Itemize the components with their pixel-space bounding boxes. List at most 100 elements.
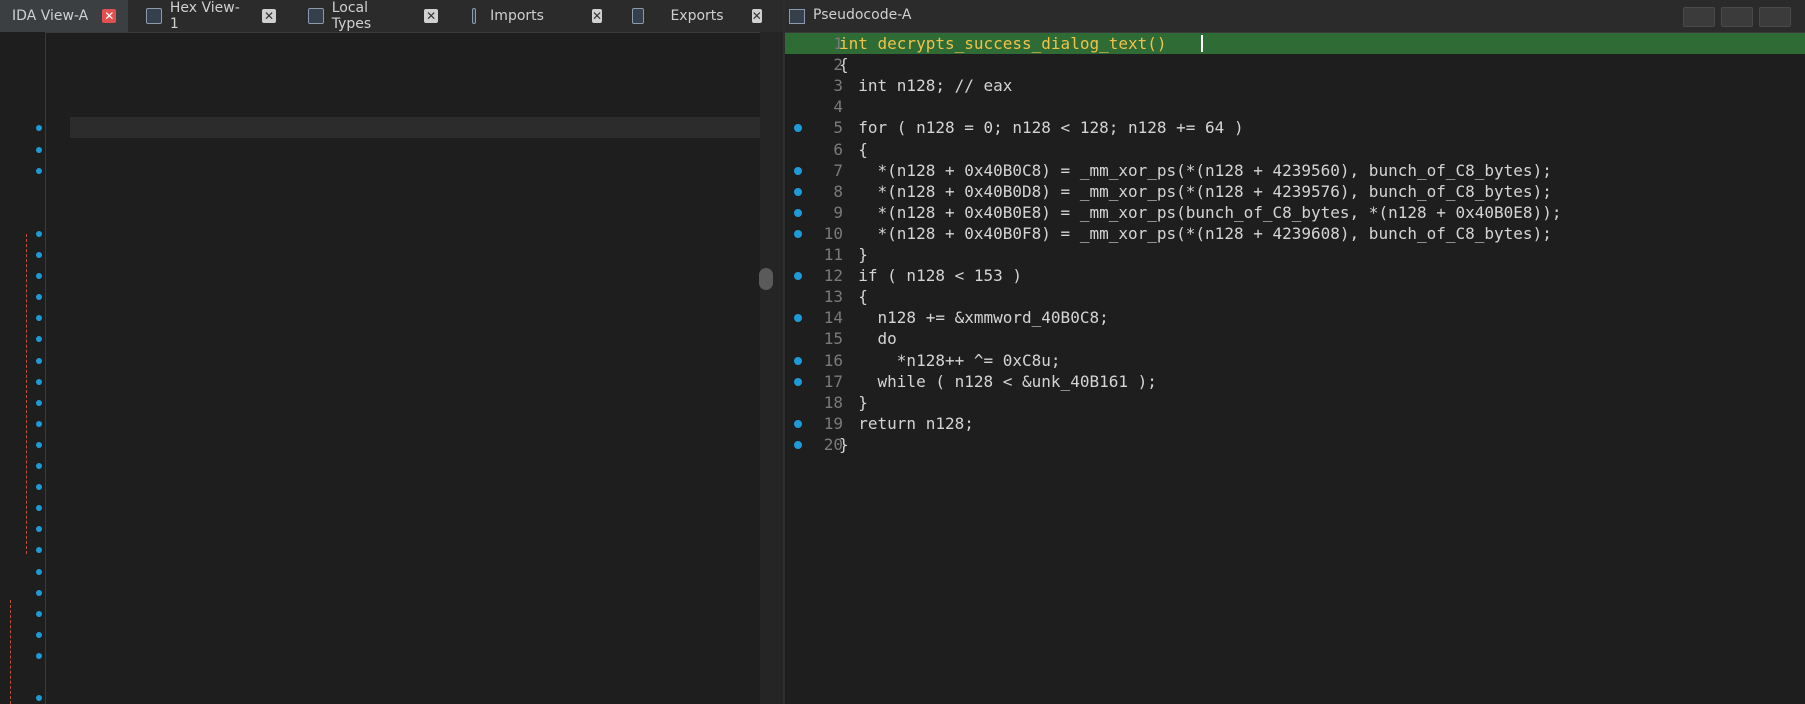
disassembly-listing[interactable]: [70, 32, 760, 704]
exports-icon: [632, 8, 645, 24]
hex-icon: [146, 8, 162, 24]
jump-arrow: [26, 234, 27, 554]
breakpoint-dot[interactable]: [36, 568, 42, 575]
code-text: *n128++ ^= 0xC8u;: [839, 350, 1061, 370]
pseudocode-line[interactable]: 14 n128 += &xmmword_40B0C8;: [785, 307, 1805, 328]
restore-button[interactable]: [1721, 7, 1753, 27]
listing-line[interactable]: [70, 33, 760, 54]
listing-line[interactable]: [70, 265, 760, 286]
code-text: {: [839, 55, 849, 75]
listing-line[interactable]: [70, 160, 760, 181]
struct-icon: [308, 8, 324, 24]
pseudocode-line[interactable]: 16 *n128++ ^= 0xC8u;: [785, 350, 1805, 371]
pseudocode-line[interactable]: 17 while ( n128 < &unk_40B161 );: [785, 371, 1805, 392]
code-text: {: [839, 139, 868, 159]
breakpoint-dot[interactable]: [36, 357, 42, 364]
pseudocode-line[interactable]: 7 *(n128 + 0x40B0C8) = _mm_xor_ps(*(n128…: [785, 160, 1805, 181]
listing-line[interactable]: [70, 603, 760, 624]
pseudocode-line[interactable]: 11 }: [785, 244, 1805, 265]
close-icon[interactable]: ✕: [591, 9, 602, 23]
scrollbar-thumb[interactable]: [759, 268, 773, 290]
listing-line[interactable]: [70, 413, 760, 434]
breakpoint-dot[interactable]: [36, 378, 42, 385]
listing-line[interactable]: [70, 286, 760, 307]
pseudocode-line[interactable]: 9 *(n128 + 0x40B0E8) = _mm_xor_ps(bunch_…: [785, 202, 1805, 223]
listing-line[interactable]: [70, 476, 760, 497]
listing-line[interactable]: [70, 371, 760, 392]
listing-line[interactable]: [70, 518, 760, 539]
listing-line[interactable]: [70, 96, 760, 117]
listing-line[interactable]: [70, 117, 760, 139]
listing-line[interactable]: [70, 687, 760, 704]
listing-line[interactable]: [70, 645, 760, 666]
pseudocode-line[interactable]: 12 if ( n128 < 153 ): [785, 265, 1805, 286]
listing-line[interactable]: [70, 181, 760, 202]
listing-line[interactable]: [70, 561, 760, 582]
listing-line[interactable]: [70, 54, 760, 75]
listing-line[interactable]: [70, 244, 760, 265]
code-text: *(n128 + 0x40B0E8) = _mm_xor_ps(bunch_of…: [839, 202, 1562, 222]
listing-line[interactable]: [70, 328, 760, 349]
breakpoint-dot[interactable]: [36, 399, 42, 406]
tab-imports[interactable]: Imports ✕: [472, 0, 602, 32]
listing-line[interactable]: [70, 666, 760, 687]
code-text: {: [839, 287, 868, 307]
pseudocode-line[interactable]: 3 int n128; // eax: [785, 75, 1805, 96]
breakpoint-dot[interactable]: [36, 167, 42, 174]
pseudocode-line[interactable]: 4: [785, 96, 1805, 117]
close-icon[interactable]: ✕: [751, 9, 762, 23]
pseudocode-line[interactable]: 10 *(n128 + 0x40B0F8) = _mm_xor_ps(*(n12…: [785, 223, 1805, 244]
close-icon[interactable]: ✕: [262, 9, 276, 23]
listing-line[interactable]: [70, 497, 760, 518]
pseudocode-line[interactable]: 5 for ( n128 = 0; n128 < 128; n128 += 64…: [785, 117, 1805, 138]
close-button[interactable]: [1759, 7, 1791, 27]
pseudocode-line[interactable]: 15 do: [785, 328, 1805, 349]
listing-line[interactable]: [70, 434, 760, 455]
breakpoint-dot[interactable]: [36, 146, 42, 153]
tab-local-types[interactable]: Local Types ✕: [308, 0, 438, 32]
breakpoint-dot[interactable]: [36, 230, 42, 237]
text-cursor: [1201, 35, 1203, 52]
pseudocode-line[interactable]: 13 {: [785, 286, 1805, 307]
tab-hex-view-1[interactable]: Hex View-1 ✕: [146, 0, 276, 32]
pseudocode-line[interactable]: 2{: [785, 54, 1805, 75]
listing-line[interactable]: [70, 202, 760, 223]
pseudocode-line[interactable]: 19 return n128;: [785, 413, 1805, 434]
listing-line[interactable]: [70, 350, 760, 371]
listing-line[interactable]: [70, 582, 760, 603]
listing-line[interactable]: [70, 75, 760, 96]
pseudocode-line[interactable]: 8 *(n128 + 0x40B0D8) = _mm_xor_ps(*(n128…: [785, 181, 1805, 202]
pseudocode-line[interactable]: 6 {: [785, 139, 1805, 160]
breakpoint-dot[interactable]: [36, 463, 42, 469]
listing-line[interactable]: [70, 455, 760, 476]
line-number: 20: [823, 434, 843, 454]
listing-line[interactable]: [70, 307, 760, 328]
close-icon[interactable]: ✕: [424, 9, 438, 23]
breakpoint-dot[interactable]: [36, 652, 42, 659]
breakpoint-dot[interactable]: [36, 610, 42, 617]
breakpoint-gutter[interactable]: [0, 32, 46, 704]
breakpoint-dot[interactable]: [36, 420, 42, 427]
pseudocode-line[interactable]: 20}: [785, 434, 1805, 455]
float-button[interactable]: [1683, 7, 1715, 27]
pseudocode-line[interactable]: 18 }: [785, 392, 1805, 413]
tab-ida-view-a[interactable]: IDA View-A ✕: [0, 0, 128, 32]
pseudocode-view[interactable]: 1 int decrypts_success_dialog_text() 2{3 i…: [785, 32, 1805, 704]
breakpoint-dot[interactable]: [36, 252, 42, 258]
tab-exports[interactable]: Exports ✕: [632, 0, 762, 32]
breakpoint-dot[interactable]: [36, 441, 42, 448]
pseudocode-title-bar: Pseudocode-A: [785, 0, 1805, 33]
breakpoint-dot[interactable]: [36, 589, 42, 596]
listing-line[interactable]: [70, 139, 760, 160]
code-text: *(n128 + 0x40B0D8) = _mm_xor_ps(*(n128 +…: [839, 181, 1552, 201]
listing-line[interactable]: [70, 223, 760, 244]
listing-line[interactable]: [70, 624, 760, 645]
tab-label: IDA View-A: [12, 8, 89, 24]
pseudocode-line[interactable]: 1 int decrypts_success_dialog_text(): [785, 33, 1805, 54]
listing-line[interactable]: [70, 539, 760, 560]
breakpoint-dot[interactable]: [36, 631, 42, 638]
code-text: *(n128 + 0x40B0F8) = _mm_xor_ps(*(n128 +…: [839, 223, 1552, 243]
close-icon[interactable]: ✕: [102, 9, 117, 23]
listing-line[interactable]: [70, 392, 760, 413]
vertical-scrollbar[interactable]: [760, 32, 783, 704]
